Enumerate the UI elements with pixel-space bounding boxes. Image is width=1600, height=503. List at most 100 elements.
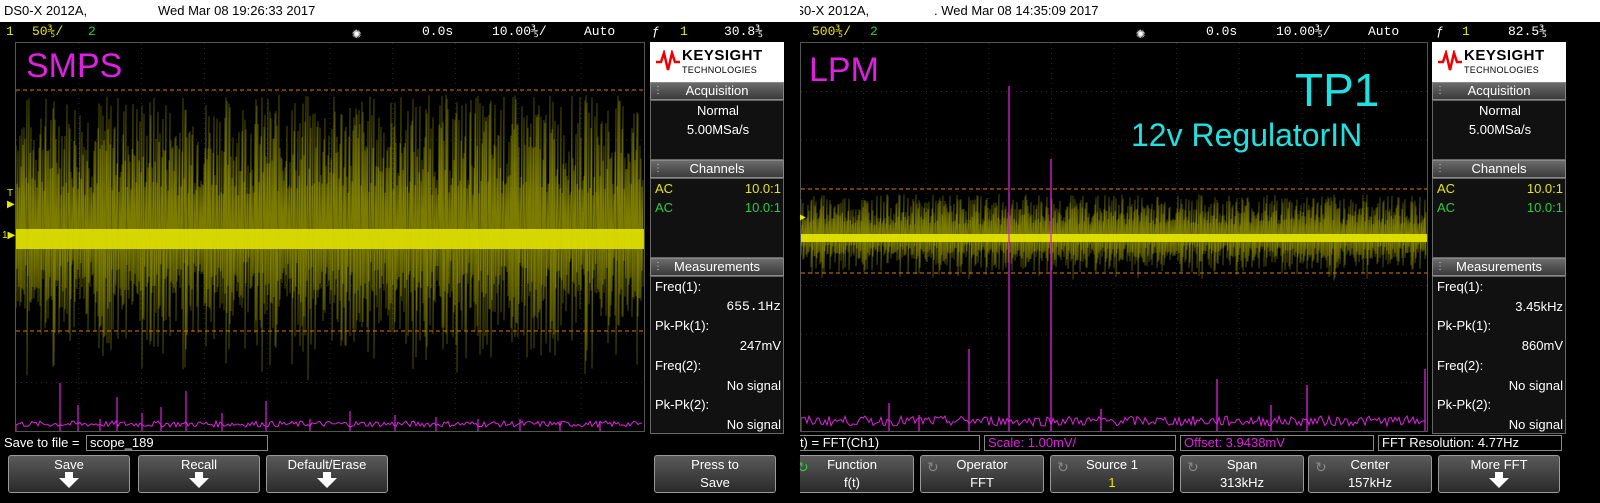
meas-value: 247mV (739, 338, 781, 353)
acquisition-header[interactable]: ⋮ Acquisition (1432, 82, 1566, 100)
grip-icon: ⋮ (653, 163, 663, 174)
meas-value: No signal (1508, 378, 1563, 393)
channels-panel: AC 10.0:1 AC 10.0:1 (650, 178, 784, 258)
trigger-channel[interactable]: 1 (1462, 24, 1470, 39)
ch1-scale[interactable]: 50⅗/ (32, 24, 63, 39)
test-point-label: TP1 (1295, 64, 1380, 116)
acq-mode: Normal (1479, 103, 1521, 118)
recall-softkey[interactable]: Recall (138, 455, 260, 493)
meas-value: 3.45kHz (1515, 299, 1563, 314)
trigger-level[interactable]: 30.8⅗ (724, 24, 763, 39)
timestamp: Wed Mar 08 19:26:33 2017 (158, 3, 316, 18)
sun-icon: ✺ (1136, 26, 1146, 43)
trace-label: SMPS (26, 47, 123, 85)
test-point-desc: 12v RegulatorIN (1131, 117, 1363, 153)
arrow-down-icon (317, 472, 337, 488)
channels-header[interactable]: ⋮ Channels (650, 160, 784, 178)
keysight-logo: KEYSIGHT TECHNOLOGIES (650, 42, 784, 82)
meas-label: Pk-Pk(2): (655, 397, 710, 412)
fft-noise-floor (801, 414, 1426, 431)
trigger-channel[interactable]: 1 (680, 24, 688, 39)
meas-label: Freq(2): (655, 358, 702, 373)
save-softkey[interactable]: Save (8, 455, 130, 493)
acquisition-panel: Normal 5.00MSa/s (1432, 100, 1566, 160)
grip-icon: ⋮ (653, 85, 663, 96)
ch1-scale[interactable]: 500⅗/ (812, 24, 851, 39)
meas-label: Pk-Pk(1): (655, 318, 710, 333)
grip-icon: ⋮ (1435, 261, 1445, 272)
meas-value: No signal (726, 417, 781, 432)
logo-name: KEYSIGHT (682, 47, 763, 64)
press-to-save-softkey[interactable]: Press to Save (654, 455, 776, 493)
meas-label: Freq(1): (1437, 279, 1484, 294)
acq-rate: 5.00MSa/s (1468, 122, 1532, 137)
more-fft-softkey[interactable]: More FFT (1438, 455, 1560, 493)
meas-value: 860mV (1521, 338, 1563, 353)
meas-value: No signal (726, 378, 781, 393)
logo-sub: TECHNOLOGIES (682, 65, 758, 75)
default-erase-softkey[interactable]: Default/Erase (266, 455, 388, 493)
trigger-mode[interactable]: Auto (584, 24, 615, 39)
acq-mode: Normal (697, 103, 739, 118)
scope-screen-left: DS0-X 2012A, Wed Mar 08 19:26:33 2017 1 … (0, 0, 800, 503)
ground-marker-icon: 1▶ (2, 230, 16, 241)
time-delay[interactable]: 0.0s (1206, 24, 1237, 39)
timestamp: . Wed Mar 08 14:35:09 2017 (934, 3, 1099, 18)
time-delay[interactable]: 0.0s (422, 24, 453, 39)
fft-noise-floor (16, 419, 643, 431)
function-softkey[interactable]: ↻ Function f(t) (800, 455, 914, 493)
channels-panel: AC 10.0:1 AC 10.0:1 (1432, 178, 1566, 258)
status-bar: 1 500⅗/ 2 ✺ 0.0s 10.00⅗/ Auto ƒ 1 82.5⅗ (800, 22, 1600, 43)
fft-resolution-display: FFT Resolution: 4.77Hz (1378, 435, 1562, 451)
meas-label: Pk-Pk(1): (1437, 318, 1492, 333)
file-label: Save to file = (4, 435, 80, 450)
trigger-level[interactable]: 82.5⅗ (1508, 24, 1547, 39)
fft-offset-display: Offset: 3.9438mV (1180, 435, 1374, 451)
keysight-logo: KEYSIGHT TECHNOLOGIES (1432, 42, 1566, 82)
arrow-down-icon (1489, 472, 1509, 488)
title-bar: DS0-X 2012A, Wed Mar 08 19:26:33 2017 (0, 0, 800, 22)
logo-sub: TECHNOLOGIES (1464, 65, 1540, 75)
arrow-down-icon (189, 472, 209, 488)
acquisition-header[interactable]: ⋮ Acquisition (650, 82, 784, 100)
operator-softkey[interactable]: ↻ Operator FFT (920, 455, 1044, 493)
ch1-number[interactable]: 1 (6, 24, 14, 39)
meas-value: No signal (1508, 417, 1563, 432)
keysight-wave-icon (1438, 50, 1462, 71)
ch1-probe: 10.0:1 (1526, 181, 1563, 196)
ch2-number[interactable]: 2 (88, 24, 96, 39)
grip-icon: ⋮ (1435, 85, 1445, 96)
arrow-down-icon (59, 472, 79, 488)
scope-screen-right: DS0-X 2012A, . Wed Mar 08 14:35:09 2017 … (800, 0, 1600, 503)
measurements-header[interactable]: ⋮ Measurements (1432, 258, 1566, 276)
meas-label: Pk-Pk(2): (1437, 397, 1492, 412)
ch2-probe: 10.0:1 (744, 200, 781, 215)
ch2-number[interactable]: 2 (870, 24, 878, 39)
time-base[interactable]: 10.00⅗/ (492, 24, 547, 39)
measurements-header[interactable]: ⋮ Measurements (650, 258, 784, 276)
center-softkey[interactable]: ↻ Center 157kHz (1308, 455, 1432, 493)
keysight-wave-icon (656, 50, 680, 71)
meas-label: Freq(2): (1437, 358, 1484, 373)
ch2-probe: 10.0:1 (1526, 200, 1563, 215)
file-name-input[interactable]: scope_189 (86, 435, 268, 451)
fft-scale-display: Scale: 1.00mV/ (984, 435, 1176, 451)
ch1-trace (16, 229, 644, 249)
trigger-mode[interactable]: Auto (1368, 24, 1399, 39)
measurements-panel: Freq(1): 655.1Hz Pk-Pk(1): 247mV Freq(2)… (650, 276, 784, 434)
source-softkey[interactable]: ↻ Source 1 1 (1050, 455, 1174, 493)
waveform-grid[interactable]: LPM TP1 12v RegulatorIN (800, 42, 1428, 432)
fft-function-display: f(t) = FFT(Ch1) (800, 435, 980, 451)
logo-name: KEYSIGHT (1464, 47, 1545, 64)
channels-header[interactable]: ⋮ Channels (1432, 160, 1566, 178)
time-base[interactable]: 10.00⅗/ (1276, 24, 1331, 39)
span-softkey[interactable]: ↻ Span 313kHz (1180, 455, 1304, 493)
meas-label: Freq(1): (655, 279, 702, 294)
ch1-trace (801, 234, 1427, 242)
grip-icon: ⋮ (653, 261, 663, 272)
sun-icon: ✺ (352, 26, 362, 43)
sidebar: KEYSIGHT TECHNOLOGIES ⋮ Acquisition Norma… (1430, 42, 1566, 434)
model-label: DS0-X 2012A, (4, 3, 88, 18)
measurements-panel: Freq(1): 3.45kHz Pk-Pk(1): 860mV Freq(2)… (1432, 276, 1566, 434)
waveform-grid[interactable]: SMPS (15, 42, 645, 432)
